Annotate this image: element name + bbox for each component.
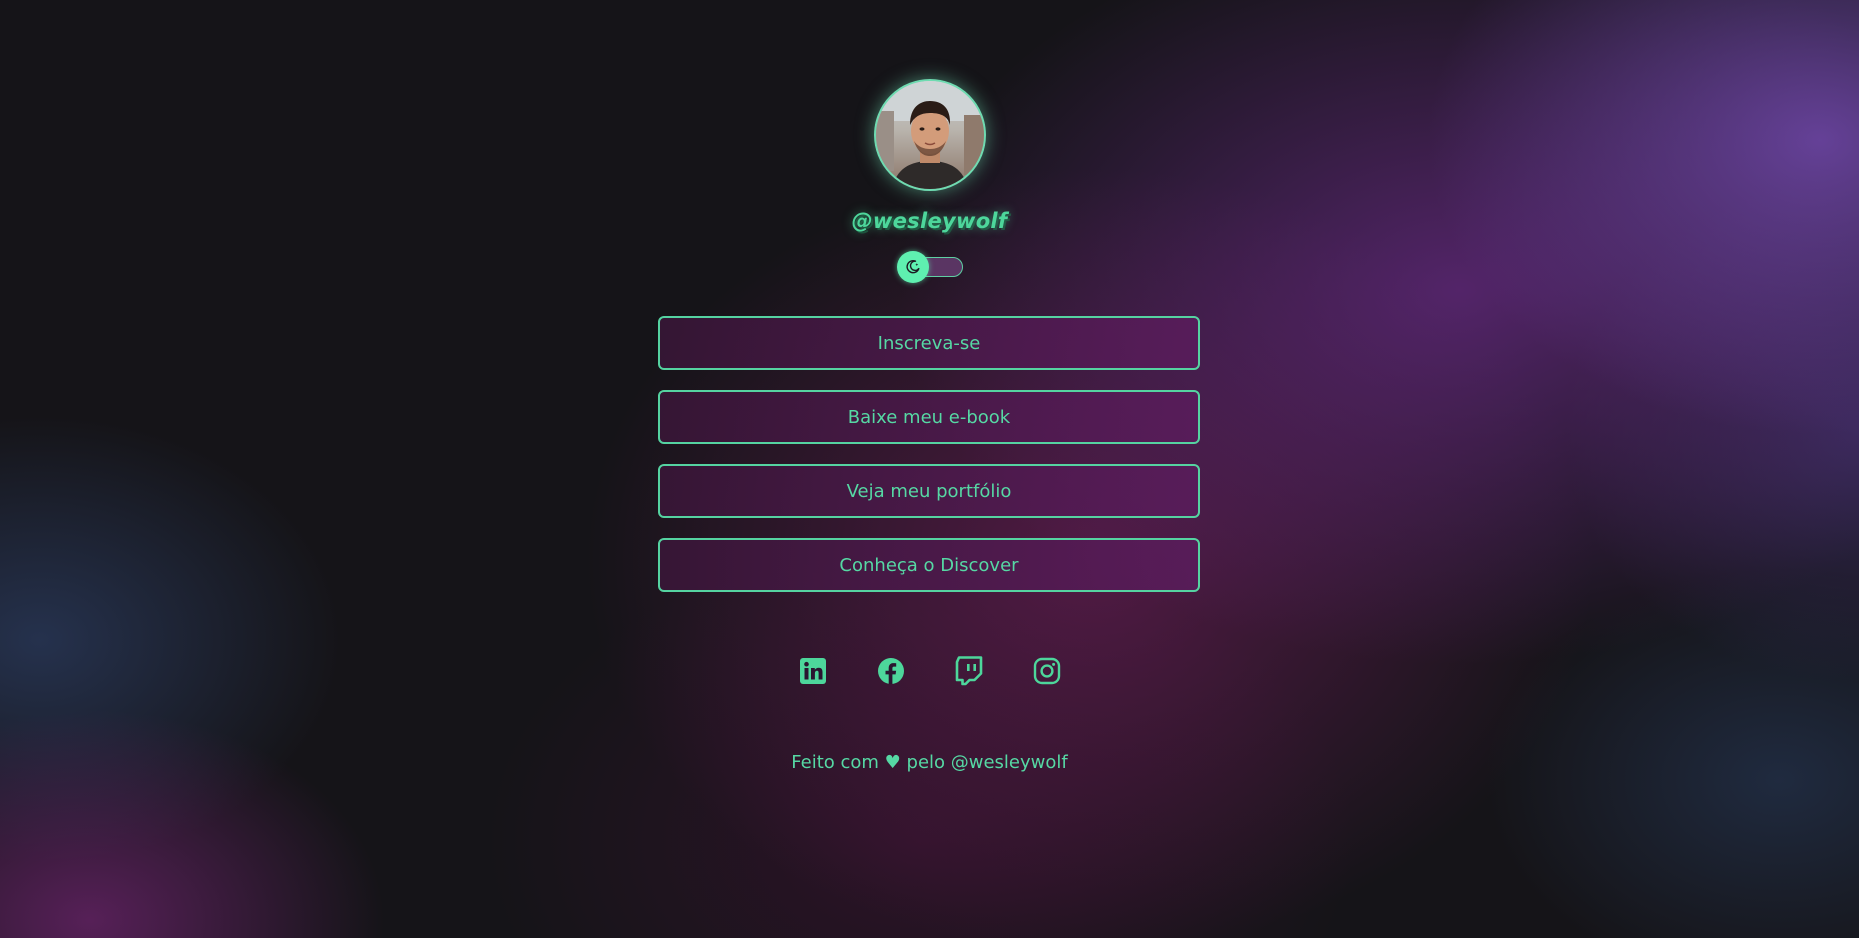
link-button-discover[interactable]: Conheça o Discover	[658, 538, 1200, 592]
linkedin-icon	[799, 658, 826, 684]
avatar	[873, 79, 986, 191]
avatar-photo	[875, 81, 984, 189]
facebook-icon	[877, 658, 904, 684]
theme-toggle[interactable]	[896, 251, 963, 283]
social-links	[0, 656, 1859, 686]
footer-credit: Feito com ♥ pelo @wesleywolf	[791, 752, 1068, 773]
instagram-link[interactable]	[1033, 656, 1061, 686]
username: @wesleywolf	[851, 209, 1008, 233]
profile-section: @wesleywolf	[0, 79, 1859, 283]
link-button-portfolio[interactable]: Veja meu portfólio	[658, 464, 1200, 518]
twitch-link[interactable]	[955, 656, 983, 686]
link-list: Inscreva-se Baixe meu e-book Veja meu po…	[658, 316, 1200, 592]
instagram-icon	[1033, 657, 1060, 685]
link-button-ebook[interactable]: Baixe meu e-book	[658, 390, 1200, 444]
linkedin-link[interactable]	[799, 656, 827, 686]
link-button-inscreva-se[interactable]: Inscreva-se	[658, 316, 1200, 370]
page: @wesleywolf Inscreva-se Baixe meu e-book…	[0, 0, 1859, 938]
facebook-link[interactable]	[877, 656, 905, 686]
moon-icon	[905, 260, 919, 274]
toggle-knob[interactable]	[896, 251, 929, 283]
twitch-icon	[955, 656, 982, 686]
